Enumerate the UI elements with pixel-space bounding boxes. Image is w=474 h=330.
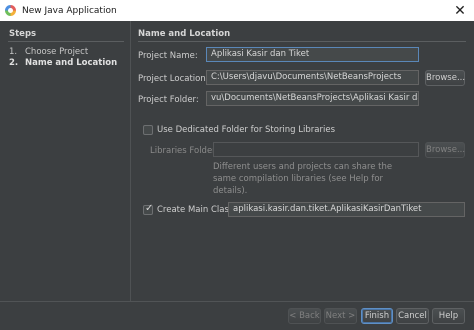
window-title: New Java Application [22, 5, 117, 16]
checkmark-icon: ✓ [145, 203, 154, 214]
close-icon[interactable]: ✕ [446, 0, 474, 21]
project-folder-label: Project Folder: [138, 95, 199, 105]
project-name-label: Project Name: [138, 51, 198, 61]
project-name-input[interactable]: Aplikasi Kasir dan Tiket [206, 47, 419, 62]
libraries-folder-label: Libraries Folder: [150, 146, 219, 156]
next-button[interactable]: Next > [324, 308, 357, 324]
steps-divider [8, 41, 124, 42]
create-main-class-checkbox[interactable]: ✓ [143, 203, 154, 215]
section-title: Name and Location [138, 29, 231, 39]
dedicated-folder-label[interactable]: Use Dedicated Folder for Storing Librari… [157, 125, 335, 135]
footer-divider [0, 301, 474, 302]
step-number: 1. [9, 47, 18, 57]
step-label: Choose Project [25, 47, 89, 57]
back-button[interactable]: < Back [288, 308, 321, 324]
finish-button[interactable]: Finish [361, 308, 393, 324]
libraries-folder-input[interactable] [213, 142, 419, 157]
steps-panel: Steps 1. Choose Project 2. Name and Loca… [0, 21, 131, 301]
browse-libraries-button[interactable]: Browse... [425, 142, 465, 158]
section-divider [138, 41, 466, 42]
help-button[interactable]: Help [432, 308, 465, 324]
create-main-class-label[interactable]: Create Main Class [157, 205, 233, 215]
step-number: 2. [9, 58, 19, 68]
project-location-input[interactable]: C:\Users\djavu\Documents\NetBeansProject… [206, 70, 419, 85]
project-location-label: Project Location: [138, 74, 209, 84]
steps-header: Steps [9, 29, 37, 39]
netbeans-app-icon [5, 5, 16, 16]
step-name-and-location: 2. Name and Location [9, 58, 117, 68]
libraries-note: Different users and projects can share t… [213, 162, 393, 196]
step-label: Name and Location [25, 58, 118, 68]
title-bar: New Java Application ✕ [0, 0, 474, 21]
browse-location-button[interactable]: Browse... [425, 70, 465, 86]
cancel-button[interactable]: Cancel [396, 308, 429, 324]
main-class-input[interactable]: aplikasi.kasir.dan.tiket.AplikasiKasirDa… [228, 202, 465, 217]
step-choose-project: 1. Choose Project [9, 47, 88, 57]
project-folder-input[interactable]: vu\Documents\NetBeansProjects\Aplikasi K… [206, 91, 419, 106]
dedicated-folder-checkbox[interactable] [143, 125, 153, 135]
